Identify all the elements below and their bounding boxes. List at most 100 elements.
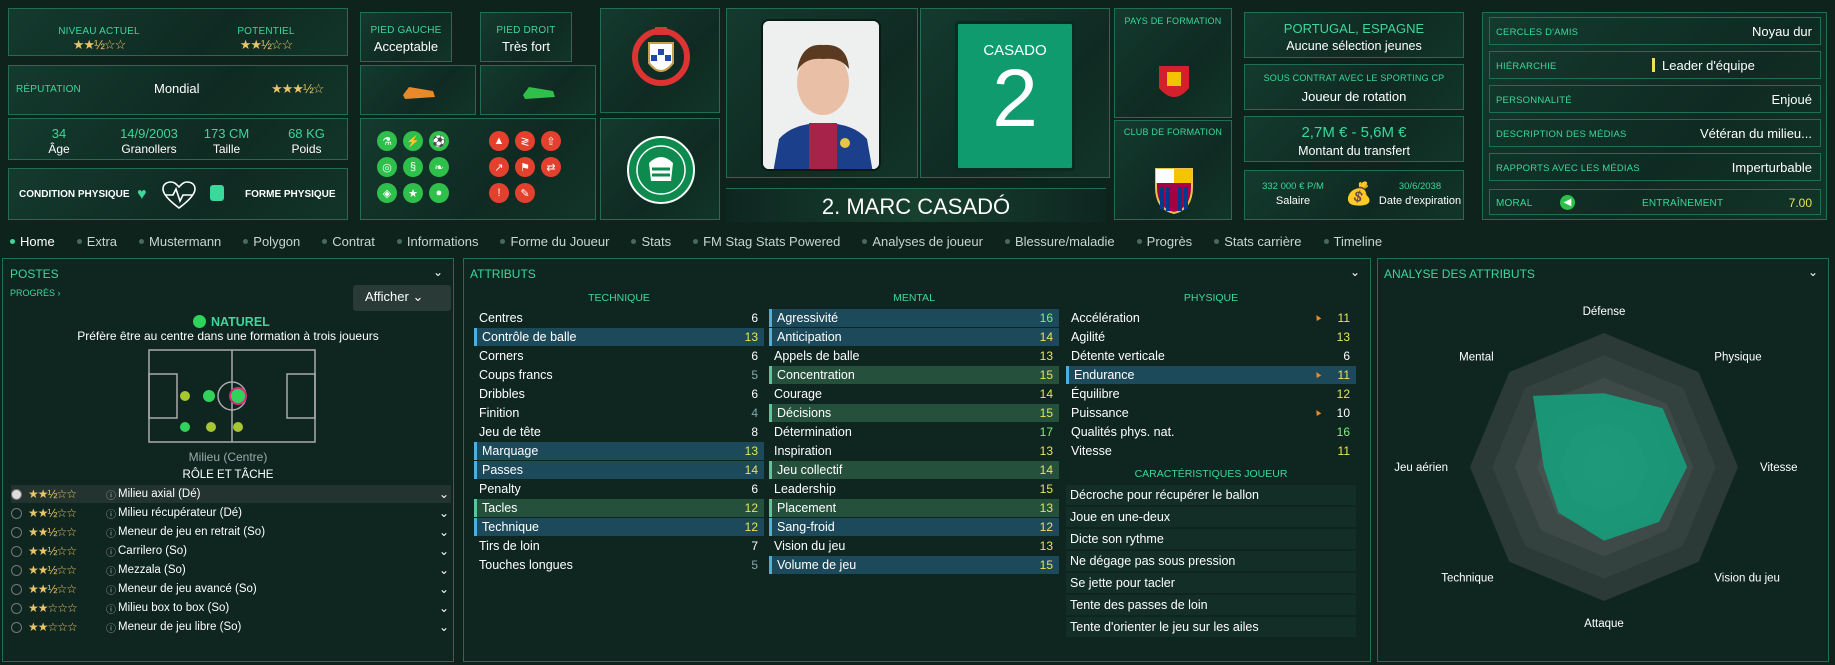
progress-link[interactable]: PROGRÈS ›	[10, 288, 61, 298]
personal-row: DESCRIPTION DES MÉDIAS Vétéran du milieu.…	[1489, 119, 1821, 147]
tab-home[interactable]: Home	[10, 234, 55, 249]
radio-icon[interactable]	[11, 583, 22, 595]
natural-description: Préfère être au centre dans une formatio…	[77, 329, 379, 343]
chevron-down-icon[interactable]: ⌄	[439, 487, 449, 501]
attribute-row: Puissance 10 ▲	[1066, 404, 1356, 422]
tab-dot-icon	[500, 239, 506, 244]
attribute-row: Concentration 15	[769, 366, 1059, 384]
info-icon[interactable]: ⓘ	[106, 620, 116, 635]
alert-icon: !	[489, 183, 509, 203]
radio-icon[interactable]	[11, 564, 22, 576]
chevron-down-icon[interactable]: ⌄	[439, 563, 449, 577]
tab-dot-icon	[139, 239, 145, 244]
role-row[interactable]: ★★½☆☆ ⓘ Milieu axial (Dé) ⌄	[11, 485, 451, 503]
club-crest-panel	[600, 118, 720, 220]
tab-fm-stag-stats-powered[interactable]: FM Stag Stats Powered	[693, 234, 840, 249]
radio-icon[interactable]	[11, 526, 22, 538]
attribute-name: Détente verticale	[1071, 349, 1165, 363]
attribute-name: Touches longues	[479, 558, 573, 572]
tab-dot-icon	[693, 239, 699, 244]
chevron-down-icon[interactable]: ⌄	[439, 525, 449, 539]
tab-timeline[interactable]: Timeline	[1323, 234, 1382, 249]
tab-extra[interactable]: Extra	[76, 234, 117, 249]
squad-status: Joueur de rotation	[1301, 89, 1407, 104]
info-icon[interactable]: ⓘ	[106, 506, 116, 521]
contract-club-label: SOUS CONTRAT AVEC LE SPORTING CP	[1263, 73, 1445, 83]
attribute-name: Passes	[482, 463, 523, 477]
info-icon[interactable]: ⓘ	[106, 525, 116, 540]
portugal-crest-icon	[632, 27, 690, 86]
trait-icon: ⚗	[377, 131, 397, 151]
bio-panel: 34 Âge 14/9/2003 Granollers 173 CM Taill…	[8, 118, 348, 160]
role-row[interactable]: ★★½☆☆ ⓘ Mezzala (So) ⌄	[11, 561, 451, 579]
tab-polygon[interactable]: Polygon	[243, 234, 300, 249]
tab-label: Home	[20, 234, 55, 249]
attribute-value: 17	[1039, 425, 1053, 439]
tab-informations[interactable]: Informations	[396, 234, 478, 249]
attribute-row: Accélération 11 ▲	[1066, 309, 1356, 327]
tab-stats-carri-re[interactable]: Stats carrière	[1214, 234, 1302, 249]
document-icon: ✎	[515, 183, 535, 203]
info-icon[interactable]: ⓘ	[106, 544, 116, 559]
tab-forme-du-joueur[interactable]: Forme du Joueur	[500, 234, 609, 249]
birth-place: Granollers	[121, 142, 177, 156]
mental-title: MENTAL	[893, 292, 935, 304]
role-row[interactable]: ★★½☆☆ ⓘ Meneur de jeu avancé (So) ⌄	[11, 580, 451, 598]
attribute-value: 11	[1337, 444, 1350, 458]
tab-mustermann[interactable]: Mustermann	[139, 234, 221, 249]
heart-icon: ♥	[137, 186, 147, 203]
physique-title: PHYSIQUE	[1183, 292, 1239, 304]
attributes-collapse-icon[interactable]: ⌄	[1350, 265, 1360, 279]
role-row[interactable]: ★★½☆☆ ⓘ Carrilero (So) ⌄	[11, 542, 451, 560]
radio-icon[interactable]	[11, 602, 22, 614]
chevron-down-icon[interactable]: ⌄	[439, 582, 449, 596]
role-row[interactable]: ★★☆☆☆ ⓘ Meneur de jeu libre (So) ⌄	[11, 618, 451, 636]
attribute-value: 15	[1039, 368, 1053, 382]
lightning-icon: ⚡	[403, 131, 423, 151]
chevron-down-icon[interactable]: ⌄	[439, 544, 449, 558]
collapse-icon[interactable]: ⌄	[433, 265, 443, 279]
trait-item: Se jette pour tacler	[1066, 573, 1356, 593]
barcelona-crest-icon	[1155, 168, 1193, 215]
condition-label: CONDITION PHYSIQUE	[19, 189, 130, 200]
attribute-row: Tirs de loin 7	[474, 537, 764, 555]
chevron-down-icon[interactable]: ⌄	[439, 506, 449, 520]
attribute-value: 5	[751, 558, 758, 572]
arrow-up-icon: ▲	[1311, 367, 1324, 381]
role-row[interactable]: ★★½☆☆ ⓘ Milieu récupérateur (Dé) ⌄	[11, 504, 451, 522]
info-icon[interactable]: ⓘ	[106, 487, 116, 502]
attribute-name: Vision du jeu	[774, 539, 846, 553]
radio-icon[interactable]	[11, 507, 22, 519]
info-icon[interactable]: ⓘ	[106, 582, 116, 597]
info-icon[interactable]: ⓘ	[106, 601, 116, 616]
attribute-value: 4	[751, 406, 758, 420]
attribute-row: Leadership 15	[769, 480, 1059, 498]
role-row[interactable]: ★★☆☆☆ ⓘ Milieu box to box (So) ⌄	[11, 599, 451, 617]
tab-stats[interactable]: Stats	[631, 234, 671, 249]
tab-blessure-maladie[interactable]: Blessure/maladie	[1004, 234, 1115, 249]
warning-icon: ▲	[489, 131, 509, 151]
chevron-down-icon[interactable]: ⌄	[439, 620, 449, 634]
chevron-down-icon: ⌄	[412, 289, 424, 304]
attribute-row: Vision du jeu 13	[769, 537, 1059, 555]
tab-analyses-de-joueur[interactable]: Analyses de joueur	[862, 234, 983, 249]
show-button[interactable]: Afficher ⌄	[353, 285, 451, 311]
attribute-value: 13	[744, 444, 758, 458]
radio-icon[interactable]	[11, 488, 22, 500]
sporting-crest-icon	[627, 136, 695, 204]
role-stars: ★★½☆☆	[28, 582, 77, 596]
radio-icon[interactable]	[11, 621, 22, 633]
radar-axis-label: Technique	[1441, 572, 1493, 584]
attribute-name: Équilibre	[1071, 387, 1120, 401]
tab-dot-icon	[243, 239, 249, 244]
role-row[interactable]: ★★½☆☆ ⓘ Meneur de jeu en retrait (So) ⌄	[11, 523, 451, 541]
info-icon[interactable]: ⓘ	[106, 563, 116, 578]
chevron-down-icon[interactable]: ⌄	[439, 601, 449, 615]
attribute-value: 6	[751, 482, 758, 496]
tab-progr-s[interactable]: Progrès	[1136, 234, 1192, 249]
tab-contrat[interactable]: Contrat	[322, 234, 375, 249]
tab-dot-icon	[10, 239, 15, 244]
radio-icon[interactable]	[11, 545, 22, 557]
spain-crest-icon	[1159, 66, 1189, 97]
trait-item: Ne dégage pas sous pression	[1066, 551, 1356, 571]
